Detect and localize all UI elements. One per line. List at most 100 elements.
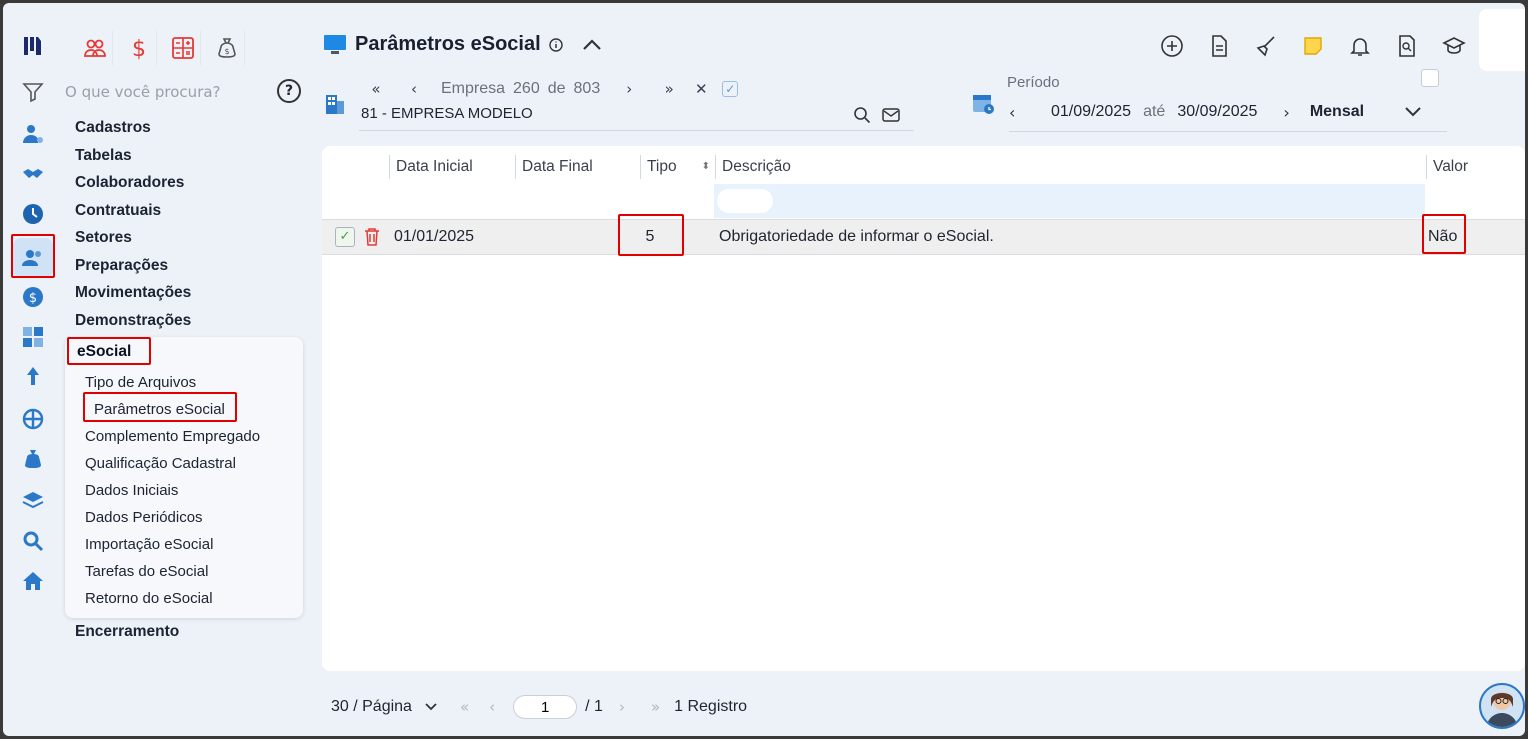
periodo-underline xyxy=(1009,131,1447,132)
page-title: Parâmetros eSocial xyxy=(355,33,541,55)
user-gear-icon[interactable] xyxy=(20,121,46,147)
next-period-button[interactable]: › xyxy=(1283,103,1289,122)
notes-button[interactable] xyxy=(1296,31,1330,61)
menu-item-encerramento[interactable]: Encerramento xyxy=(75,623,179,641)
trash-icon[interactable] xyxy=(363,227,381,247)
notifications-button[interactable] xyxy=(1343,31,1377,61)
last-empresa-button[interactable]: » xyxy=(656,80,682,98)
prev-period-button[interactable]: ‹ xyxy=(1009,103,1029,122)
menu-search: ? xyxy=(25,79,303,105)
submenu-item-tarefas-esocial[interactable]: Tarefas do eSocial xyxy=(85,563,208,580)
col-header-data-final[interactable]: Data Final xyxy=(515,155,641,179)
empresa-of: de xyxy=(547,80,566,97)
descricao-filter-input[interactable] xyxy=(717,189,773,213)
submenu-item-dados-periodicos[interactable]: Dados Periódicos xyxy=(85,509,203,526)
help-icon[interactable]: ? xyxy=(277,79,301,103)
app-logo[interactable] xyxy=(20,33,46,59)
network-icon[interactable] xyxy=(20,406,46,432)
avatar-face-icon xyxy=(1486,692,1518,727)
cell-descricao: Obrigatoriedade de informar o eSocial. xyxy=(719,228,994,245)
periodo-end[interactable]: 30/09/2025 xyxy=(1177,103,1257,121)
submenu-item-retorno-esocial[interactable]: Retorno do eSocial xyxy=(85,590,213,607)
accounting-app-button[interactable] xyxy=(165,31,201,65)
bell-icon xyxy=(1350,38,1370,56)
submenu-item-tipo-arquivos[interactable]: Tipo de Arquivos xyxy=(85,374,196,391)
row-checkbox[interactable]: ✓ xyxy=(335,227,355,247)
sort-icon[interactable]: ⬍ xyxy=(702,155,710,179)
menu-item-demonstracoes[interactable]: Demonstrações xyxy=(75,310,315,338)
periodo-start[interactable]: 01/09/2025 xyxy=(1051,103,1131,121)
first-page-button[interactable]: « xyxy=(460,698,469,716)
menu-search-input[interactable] xyxy=(65,79,265,105)
money-bag-icon: $ xyxy=(217,38,236,58)
page-number-input[interactable] xyxy=(513,695,578,719)
menu-item-setores[interactable]: Setores xyxy=(75,227,315,255)
records-count: 1 Registro xyxy=(674,698,748,715)
next-empresa-button[interactable]: › xyxy=(616,80,642,98)
menu-item-preparacoes[interactable]: Preparações xyxy=(75,255,315,283)
close-icon[interactable]: ✕ xyxy=(688,80,714,98)
training-button[interactable] xyxy=(1437,31,1471,61)
col-header-tipo[interactable]: Tipo ⬍ xyxy=(640,155,716,179)
report-search-button[interactable] xyxy=(1390,31,1424,61)
prev-empresa-button[interactable]: ‹ xyxy=(401,80,427,98)
search-rail-icon[interactable] xyxy=(20,528,46,554)
chevron-down-icon[interactable] xyxy=(1404,106,1422,118)
first-empresa-button[interactable]: « xyxy=(363,80,389,98)
menu-item-tabelas[interactable]: Tabelas xyxy=(75,145,315,173)
money-app-button[interactable]: $ xyxy=(209,31,245,65)
periodo-label: Período xyxy=(1007,74,1060,91)
next-page-button[interactable]: › xyxy=(619,698,625,716)
dollar-circle-icon[interactable]: $ xyxy=(20,284,46,310)
empresa-name: 81 - EMPRESA MODELO xyxy=(361,105,533,122)
finance-app-button[interactable]: $ xyxy=(121,31,157,65)
col-header-descricao[interactable]: Descrição xyxy=(715,155,1426,179)
per-page-chevron-icon[interactable] xyxy=(424,702,438,712)
chevron-up-icon[interactable] xyxy=(581,38,603,52)
handshake-icon[interactable] xyxy=(20,161,46,187)
descricao-filter-row xyxy=(714,184,1425,218)
clock-icon[interactable] xyxy=(20,201,46,227)
menu-item-movimentacoes[interactable]: Movimentações xyxy=(75,282,315,310)
menu-item-colaboradores[interactable]: Colaboradores xyxy=(75,172,315,200)
pagination: 30 / Página « ‹ / 1 › » 1 Registro xyxy=(331,693,747,721)
periodo-checkbox[interactable] xyxy=(1421,69,1439,87)
menu-item-contratuais[interactable]: Contratuais xyxy=(75,200,315,228)
submenu-item-qualificacao-cadastral[interactable]: Qualificação Cadastral xyxy=(85,455,236,472)
col-header-data-inicial[interactable]: Data Inicial xyxy=(389,155,515,179)
prev-page-button[interactable]: ‹ xyxy=(489,698,495,716)
per-page-select[interactable]: 30 / Página xyxy=(331,698,412,716)
col-header-valor[interactable]: Valor xyxy=(1426,155,1525,179)
add-button[interactable] xyxy=(1155,31,1189,61)
col-header-tipo-label: Tipo xyxy=(647,158,677,175)
assistant-avatar[interactable] xyxy=(1479,683,1525,729)
submenu-item-importacao-esocial[interactable]: Importação eSocial xyxy=(85,536,213,553)
people-app-button[interactable] xyxy=(77,31,113,65)
submenu-item-complemento-empregado[interactable]: Complemento Empregado xyxy=(85,428,260,445)
broom-icon xyxy=(1256,36,1275,57)
submenu-item-dados-iniciais[interactable]: Dados Iniciais xyxy=(85,482,178,499)
info-icon[interactable] xyxy=(548,37,563,52)
last-page-button[interactable]: » xyxy=(651,698,660,716)
document-icon xyxy=(1212,35,1227,57)
empresa-checkbox[interactable]: ✓ xyxy=(722,81,739,97)
empresa-current: 260 xyxy=(513,80,540,97)
total-pages: / 1 xyxy=(585,698,603,715)
table-row[interactable]: ✓ 01/01/2025 5 Obrigatoriedade de inform… xyxy=(322,219,1525,255)
periodo-selector: ‹ 01/09/2025 até 30/09/2025 › Mensal xyxy=(1009,99,1447,125)
home-icon[interactable] xyxy=(20,568,46,594)
clear-button[interactable] xyxy=(1249,31,1283,61)
money-bag-rail-icon[interactable] xyxy=(20,446,46,472)
periodo-mode[interactable]: Mensal xyxy=(1310,103,1364,121)
empresa-underline xyxy=(359,130,914,131)
document-button[interactable] xyxy=(1202,31,1236,61)
main-menu: Cadastros Tabelas Colaboradores Contratu… xyxy=(75,117,315,337)
search-icon[interactable] xyxy=(853,106,871,124)
layers-icon[interactable] xyxy=(20,488,46,514)
mail-icon[interactable] xyxy=(882,107,900,123)
menu-item-cadastros[interactable]: Cadastros xyxy=(75,117,315,145)
plus-circle-icon xyxy=(1161,35,1183,57)
arrow-up-icon[interactable] xyxy=(20,364,46,390)
calculator-icon[interactable] xyxy=(20,324,46,350)
header-toolbar xyxy=(1155,31,1471,61)
